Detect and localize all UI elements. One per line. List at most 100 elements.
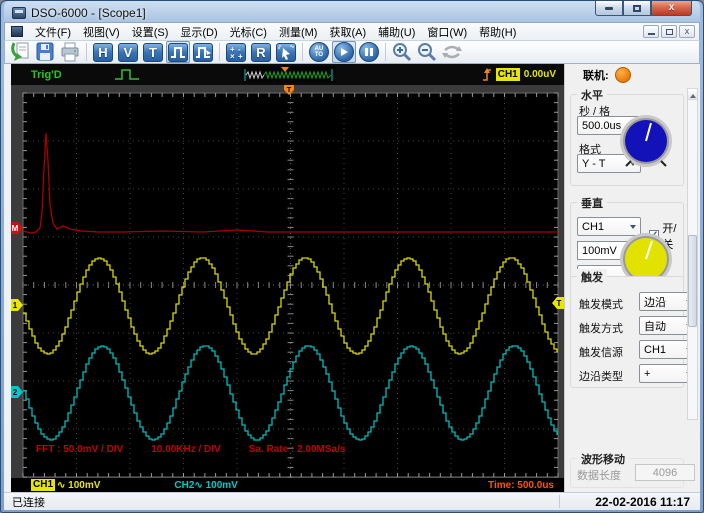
pulse-mode-icon bbox=[114, 69, 139, 80]
zoom-in-button[interactable] bbox=[390, 41, 414, 63]
child-minimize-button[interactable] bbox=[643, 25, 659, 38]
math-button[interactable]: + - × + bbox=[224, 41, 248, 63]
vertical-group-title: 垂直 bbox=[577, 195, 607, 211]
connection-status: 已连接 bbox=[12, 496, 45, 509]
cursor-button[interactable] bbox=[274, 41, 298, 63]
ch2-scale[interactable]: CH2∿ 100mV bbox=[174, 480, 237, 491]
pause-icon bbox=[365, 48, 373, 56]
data-length-field: 4096 bbox=[635, 464, 695, 481]
pulse-cursor-icon bbox=[196, 47, 211, 58]
pulse-icon bbox=[171, 47, 185, 58]
auto-button[interactable]: AU TO bbox=[307, 41, 331, 63]
trigger-level-value: 0.00uV bbox=[523, 69, 556, 80]
horizontal-button[interactable]: H bbox=[91, 41, 115, 63]
timebase-readout: Time: 500.0us bbox=[488, 479, 554, 491]
menu-help[interactable]: 帮助(H) bbox=[473, 22, 522, 42]
menu-window[interactable]: 窗口(W) bbox=[421, 22, 473, 42]
math-icon: + -× + bbox=[230, 45, 243, 60]
child-restore-button[interactable] bbox=[661, 25, 677, 38]
minimize-icon bbox=[605, 6, 613, 10]
datetime: 22-02-2016 11:17 bbox=[595, 494, 690, 509]
zoom-out-icon bbox=[418, 43, 437, 62]
restore-button[interactable] bbox=[623, 1, 651, 16]
horizontal-icon: H bbox=[93, 42, 113, 62]
ref-icon: R bbox=[251, 42, 271, 62]
menu-file[interactable]: 文件(F) bbox=[29, 22, 77, 42]
vertical-icon: V bbox=[118, 42, 138, 62]
menu-measure[interactable]: 测量(M) bbox=[273, 22, 324, 42]
play-icon bbox=[341, 48, 348, 56]
trigger-group: 触发 触发模式 边沿 触发方式 自动 触发信源 CH1 边沿类型 + bbox=[570, 269, 697, 388]
online-label: 联机: bbox=[583, 70, 609, 82]
svg-text:M: M bbox=[12, 224, 19, 233]
app-window: DSO-6000 - [Scope1] x 文件(F) 视图(V) 设置(S) … bbox=[0, 0, 704, 513]
scrollbar-thumb[interactable] bbox=[688, 235, 697, 327]
restore-icon bbox=[633, 4, 641, 12]
zoom-in-icon bbox=[393, 43, 412, 62]
menu-display[interactable]: 显示(D) bbox=[174, 22, 223, 42]
horizontal-group: 水平 秒 / 格 500.0us 格式 Y - T bbox=[570, 87, 684, 186]
save-icon bbox=[36, 42, 54, 61]
close-button[interactable]: x bbox=[651, 1, 692, 16]
waveform-graticule: M 1 2 T T bbox=[11, 85, 564, 478]
trigger-status-bar: Trig'D CH1 0.00uV bbox=[11, 64, 564, 85]
channel-bar: CH1 ∿ 100mV CH2∿ 100mV Time: 500.0us bbox=[11, 478, 564, 492]
menu-utility[interactable]: 辅助(U) bbox=[372, 22, 421, 42]
svg-text:T: T bbox=[287, 87, 292, 94]
wave-move-group: 波形移动 数据长度 4096 bbox=[570, 451, 695, 488]
document-icon bbox=[11, 26, 23, 37]
svg-text:2: 2 bbox=[13, 388, 18, 397]
scope-display: M 1 2 T T FFT : 50.0mV / DIV 10.00KHz / DIV … bbox=[11, 85, 564, 492]
trigger-mode-label: 触发模式 bbox=[579, 299, 623, 311]
horizontal-knob[interactable] bbox=[617, 113, 675, 173]
vertical-button[interactable]: V bbox=[116, 41, 140, 63]
print-icon bbox=[61, 42, 79, 62]
horizontal-group-title: 水平 bbox=[577, 87, 607, 103]
child-close-button[interactable]: x bbox=[679, 25, 695, 38]
minimize-button[interactable] bbox=[595, 1, 623, 16]
svg-text:1: 1 bbox=[13, 301, 18, 310]
panel-scrollbar[interactable] bbox=[687, 88, 698, 420]
trigger-source-label: 触发信源 bbox=[579, 347, 623, 359]
open-button[interactable] bbox=[8, 41, 32, 63]
menu-view[interactable]: 视图(V) bbox=[77, 22, 126, 42]
zoom-out-button[interactable] bbox=[415, 41, 439, 63]
app-icon bbox=[12, 6, 26, 19]
ch1-scale: ∿ 100mV bbox=[57, 479, 101, 491]
window-title: DSO-6000 - [Scope1] bbox=[31, 5, 146, 20]
waveform-cursor-button[interactable] bbox=[191, 41, 215, 63]
trigger-status: Trig'D bbox=[31, 68, 62, 81]
open-icon bbox=[11, 42, 29, 61]
ref-button[interactable]: R bbox=[249, 41, 273, 63]
data-length-label: 数据长度 bbox=[577, 470, 621, 482]
settings-panel: 联机: 水平 秒 / 格 500.0us 格式 Y - T 垂直 CH1 开/ … bbox=[564, 64, 700, 492]
edge-trigger-icon bbox=[482, 68, 491, 81]
pause-button[interactable] bbox=[357, 41, 381, 63]
print-button[interactable] bbox=[58, 41, 82, 63]
trigger-icon: T bbox=[143, 42, 163, 62]
acquisition-preview bbox=[241, 66, 336, 83]
trigger-sweep-label: 触发方式 bbox=[579, 323, 623, 335]
waveform-button[interactable] bbox=[166, 41, 190, 63]
toolbar: H V T + - × + R AU TO bbox=[4, 40, 700, 64]
trigger-source-badge: CH1 bbox=[495, 68, 520, 81]
cursor-icon bbox=[278, 45, 294, 60]
ch1-badge[interactable]: CH1 bbox=[31, 479, 56, 491]
scroll-up-icon[interactable] bbox=[688, 89, 697, 100]
run-button[interactable] bbox=[332, 41, 356, 63]
close-icon: x bbox=[668, 2, 675, 13]
menu-settings[interactable]: 设置(S) bbox=[126, 22, 175, 42]
svg-text:T: T bbox=[557, 299, 562, 308]
title-bar: DSO-6000 - [Scope1] x bbox=[4, 1, 700, 22]
status-bar: 已连接 22-02-2016 11:17 bbox=[4, 492, 700, 510]
menu-acquire[interactable]: 获取(A) bbox=[323, 22, 372, 42]
menu-cursor[interactable]: 光标(C) bbox=[224, 22, 273, 42]
sync-button[interactable] bbox=[440, 41, 464, 63]
edge-type-label: 边沿类型 bbox=[579, 371, 623, 383]
wave-move-group-title: 波形移动 bbox=[577, 451, 629, 467]
fft-readout: FFT : 50.0mV / DIV 10.00KHz / DIV Sa. Ra… bbox=[36, 444, 346, 455]
sync-icon bbox=[442, 45, 462, 59]
trigger-group-title: 触发 bbox=[577, 269, 607, 285]
trigger-button[interactable]: T bbox=[141, 41, 165, 63]
save-button[interactable] bbox=[33, 41, 57, 63]
